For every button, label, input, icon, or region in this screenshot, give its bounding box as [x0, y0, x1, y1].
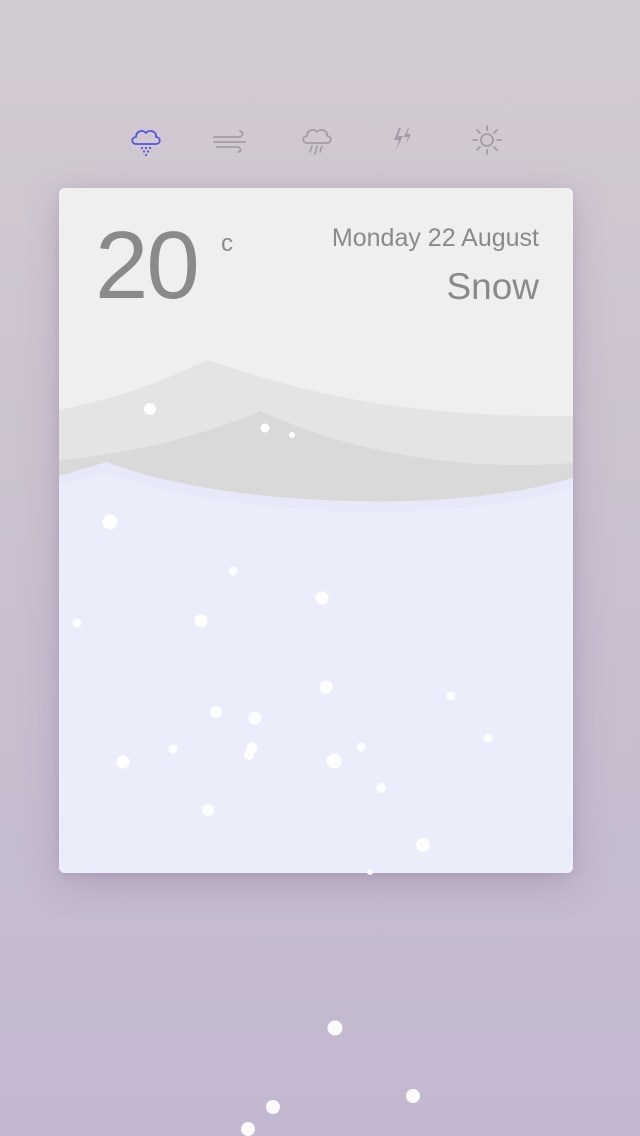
snowflake	[327, 1020, 343, 1036]
condition-label: Snow	[446, 266, 539, 307]
thunder-nav-button[interactable]	[379, 118, 423, 162]
wind-icon	[213, 130, 246, 153]
snow-nav-button[interactable]	[123, 118, 167, 162]
wind-nav-button[interactable]	[208, 118, 252, 162]
temperature-value: 20	[95, 212, 200, 319]
rain-nav-button[interactable]	[294, 118, 338, 162]
weather-type-nav	[0, 118, 640, 162]
thunder-icon	[394, 128, 411, 150]
rain-cloud-icon	[302, 129, 332, 155]
snow-cloud-icon	[131, 130, 161, 157]
snowflake	[406, 1089, 420, 1103]
snowflake	[241, 1122, 255, 1136]
snowflake	[266, 1100, 280, 1114]
sun-icon	[472, 125, 502, 155]
temperature-unit: c	[221, 230, 233, 257]
sun-nav-button[interactable]	[465, 118, 509, 162]
weather-card: 20 c Monday 22 August Snow	[59, 188, 573, 873]
date-label: Monday 22 August	[331, 224, 539, 252]
